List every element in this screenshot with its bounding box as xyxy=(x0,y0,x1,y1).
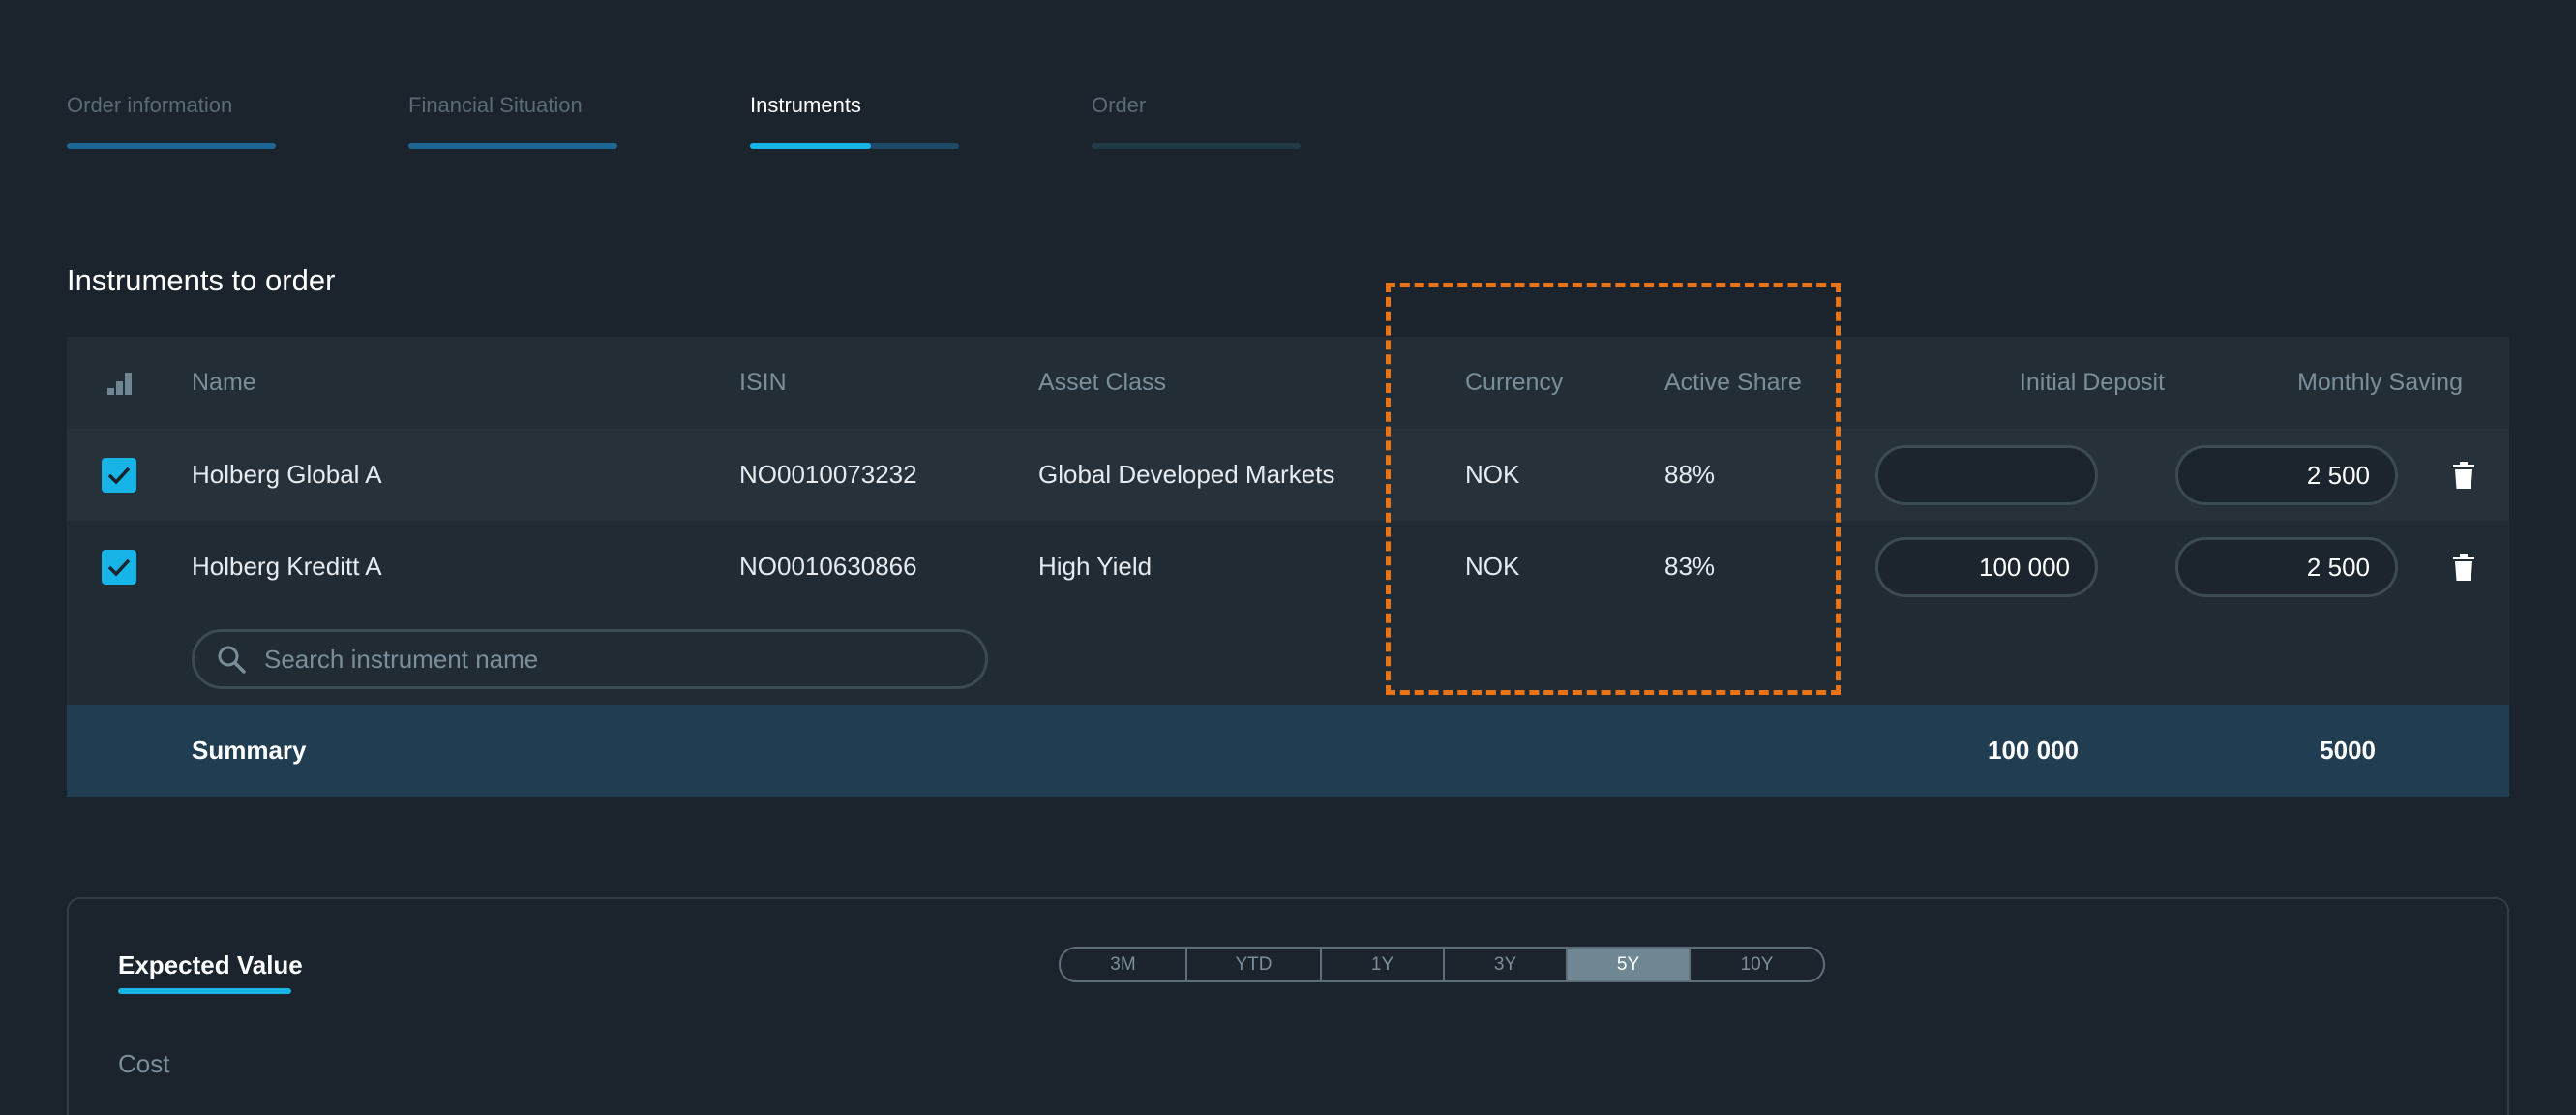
tab-underline xyxy=(118,988,291,994)
range-1y[interactable]: 1Y xyxy=(1322,949,1445,980)
checkmark-icon xyxy=(107,467,131,485)
instrument-name: Holberg Kreditt A xyxy=(192,552,382,581)
checkmark-icon xyxy=(107,558,131,577)
instrument-asset-class: Global Developed Markets xyxy=(1038,460,1335,489)
page-title: Instruments to order xyxy=(67,263,336,297)
delete-row-button[interactable] xyxy=(2444,429,2483,521)
summary-row: Summary 100 000 5000 xyxy=(67,705,2509,797)
trash-icon xyxy=(2453,461,2474,489)
column-chooser-icon[interactable] xyxy=(100,337,138,429)
step-label: Order xyxy=(1092,93,1147,117)
table-header-row: Name ISIN Asset Class Currency Active Sh… xyxy=(67,337,2509,429)
trash-icon xyxy=(2453,553,2474,581)
range-5y[interactable]: 5Y xyxy=(1568,949,1691,980)
step-progress-fill xyxy=(750,143,872,149)
expected-value-panel: Expected Value 3M YTD 1Y 3Y 5Y 10Y Cost xyxy=(67,897,2509,1115)
range-ytd[interactable]: YTD xyxy=(1187,949,1322,980)
step-order[interactable]: Order xyxy=(1092,93,1301,149)
instrument-asset-class: High Yield xyxy=(1038,552,1153,581)
instrument-isin: NO0010073232 xyxy=(739,460,917,489)
step-label: Financial Situation xyxy=(408,93,583,117)
row-checkbox[interactable] xyxy=(102,457,136,493)
range-3m[interactable]: 3M xyxy=(1061,949,1187,980)
step-financial-situation[interactable]: Financial Situation xyxy=(408,93,617,149)
instrument-isin: NO0010630866 xyxy=(739,552,917,581)
table-row: Holberg Global A NO0010073232 Global Dev… xyxy=(67,429,2509,521)
initial-deposit-input[interactable] xyxy=(1875,445,2098,505)
search-placeholder: Search instrument name xyxy=(264,644,539,674)
header-name[interactable]: Name xyxy=(192,337,256,429)
row-checkbox[interactable] xyxy=(102,549,136,585)
step-progress-bar xyxy=(408,143,617,149)
search-icon xyxy=(216,644,247,675)
header-initial-deposit[interactable]: Initial Deposit xyxy=(1874,337,2165,429)
step-progress-bar xyxy=(67,143,276,149)
summary-monthly-saving: 5000 xyxy=(2320,736,2376,765)
time-range-selector: 3M YTD 1Y 3Y 5Y 10Y xyxy=(1059,947,1825,982)
table-row: Holberg Kreditt A NO0010630866 High Yiel… xyxy=(67,521,2509,613)
step-progress-bar xyxy=(750,143,959,149)
summary-initial-deposit: 100 000 xyxy=(1988,736,2079,765)
instruments-table: Name ISIN Asset Class Currency Active Sh… xyxy=(67,337,2509,797)
initial-deposit-input[interactable]: 100 000 xyxy=(1875,537,2098,597)
cost-label: Cost xyxy=(118,1049,170,1078)
header-monthly-saving[interactable]: Monthly Saving xyxy=(2165,337,2463,429)
summary-label: Summary xyxy=(192,736,307,765)
header-asset-class[interactable]: Asset Class xyxy=(1038,337,1166,429)
monthly-saving-input[interactable]: 2 500 xyxy=(2175,445,2398,505)
delete-row-button[interactable] xyxy=(2444,521,2483,613)
range-3y[interactable]: 3Y xyxy=(1445,949,1568,980)
range-10y[interactable]: 10Y xyxy=(1691,949,1823,980)
monthly-saving-input[interactable]: 2 500 xyxy=(2175,537,2398,597)
search-row: Search instrument name xyxy=(67,613,2509,705)
step-order-information[interactable]: Order information xyxy=(67,93,276,149)
header-isin[interactable]: ISIN xyxy=(739,337,787,429)
step-label: Instruments xyxy=(750,93,861,117)
highlight-box xyxy=(1386,283,1841,695)
instrument-name: Holberg Global A xyxy=(192,460,382,489)
step-label: Order information xyxy=(67,93,233,117)
step-instruments[interactable]: Instruments xyxy=(750,93,959,149)
tab-expected-value[interactable]: Expected Value xyxy=(118,950,303,980)
step-progress-bar xyxy=(1092,143,1301,149)
search-input[interactable]: Search instrument name xyxy=(192,629,988,689)
